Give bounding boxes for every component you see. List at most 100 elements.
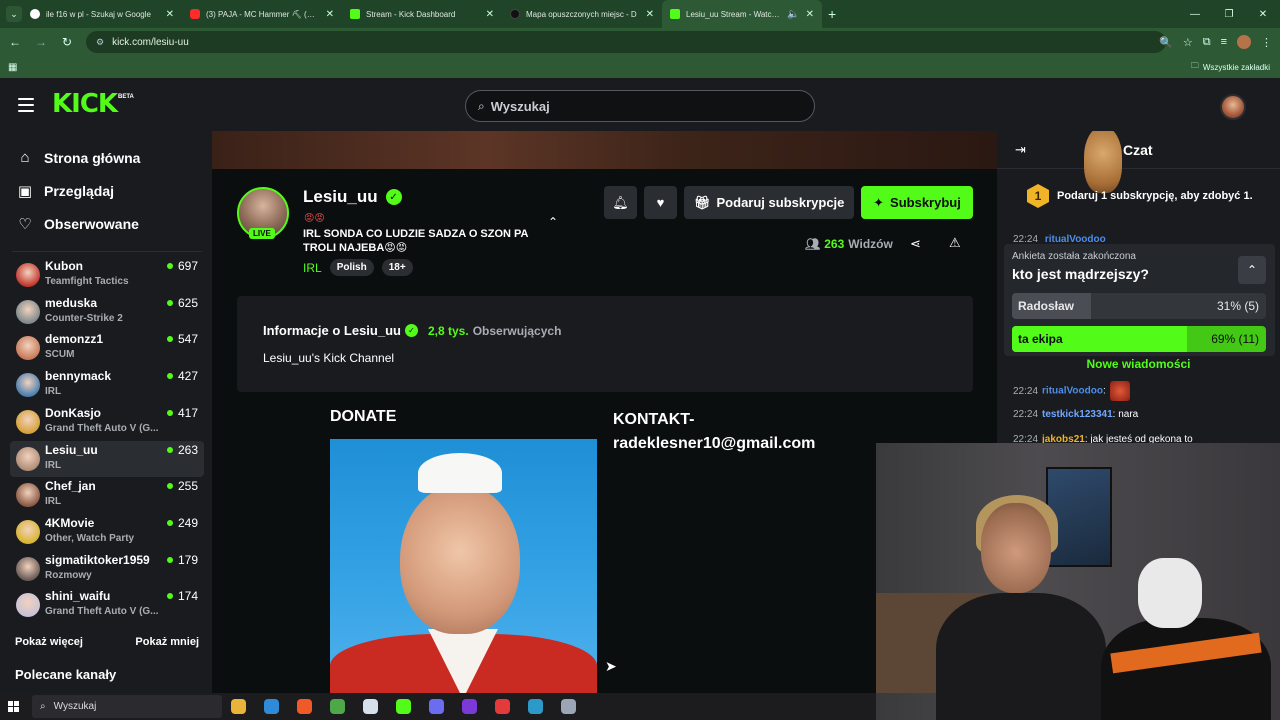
new-tab-button[interactable]: +	[828, 6, 836, 22]
new-messages-button[interactable]: Nowe wiadomości	[997, 357, 1280, 371]
url-field[interactable]: ⚙ kick.com/lesiu-uu	[86, 31, 1166, 53]
chat-username[interactable]: ritualVoodoo	[1042, 386, 1103, 397]
followed-channel-item[interactable]: meduska Counter-Strike 2 625	[10, 294, 204, 330]
close-window-icon[interactable]: ✕	[1246, 9, 1280, 20]
report-warning-icon[interactable]: ⚠	[949, 235, 961, 251]
close-icon[interactable]: ✕	[646, 9, 654, 20]
media-icon[interactable]: ≡	[1221, 36, 1227, 48]
browser-tab[interactable]: Mapa opuszczonych miejsc - D ✕	[502, 0, 662, 28]
notification-bell-button[interactable]: 🔔︎	[604, 186, 637, 219]
show-less-link[interactable]: Pokaż mniej	[135, 636, 199, 648]
browser-tab-active[interactable]: Lesiu_uu Stream - Watch Li 🔈 ✕	[662, 0, 822, 28]
channel-name: bennymack	[45, 369, 112, 384]
taskbar-app-icon[interactable]	[222, 693, 255, 720]
reload-icon[interactable]: ↻	[56, 35, 78, 49]
taskbar-app-icon[interactable]	[354, 693, 387, 720]
extensions-icon[interactable]: ⧉	[1203, 36, 1211, 49]
app-glyph	[264, 699, 279, 714]
followed-channel-item[interactable]: shini_waifu Grand Theft Auto V (G... 174	[10, 587, 204, 623]
restore-icon[interactable]: ❐	[1212, 9, 1246, 20]
app-glyph	[561, 699, 576, 714]
bookmark-star-icon[interactable]: ☆	[1183, 36, 1193, 49]
apps-grid-icon[interactable]: ▦	[8, 62, 17, 73]
channel-category: Grand Theft Auto V (G...	[45, 606, 159, 618]
taskbar-app-icon[interactable]	[552, 693, 585, 720]
hamburger-menu-icon[interactable]	[18, 98, 34, 112]
streamer-name[interactable]: Lesiu_uu	[303, 187, 378, 207]
browser-tab[interactable]: (3) PAJA - MC Hammer ⛏ (Offic ✕	[182, 0, 342, 28]
followed-channel-item[interactable]: bennymack IRL 427	[10, 367, 204, 403]
browser-tab[interactable]: ile f16 w pl - Szukaj w Google ✕	[22, 0, 182, 28]
tag-chip[interactable]: Polish	[329, 259, 374, 276]
browser-tab[interactable]: Stream - Kick Dashboard ✕	[342, 0, 502, 28]
followed-channel-item[interactable]: DonKasjo Grand Theft Auto V (G... 417	[10, 404, 204, 440]
site-info-icon[interactable]: ⚙	[96, 37, 104, 48]
close-icon[interactable]: ✕	[166, 9, 174, 20]
taskbar-app-icon[interactable]	[519, 693, 552, 720]
tab-search-button[interactable]: ⌄	[6, 6, 22, 22]
speaker-icon[interactable]: 🔈	[787, 9, 799, 20]
channel-viewers: 174	[166, 589, 198, 604]
viewer-number: 174	[177, 589, 198, 604]
channel-avatar	[16, 519, 40, 544]
taskbar-app-icon[interactable]	[288, 693, 321, 720]
nav-home[interactable]: ⌂ Strona główna	[16, 149, 140, 166]
chevron-up-icon[interactable]: ⌃	[1238, 256, 1266, 284]
close-icon[interactable]: ✕	[486, 9, 494, 20]
back-icon[interactable]: ←	[4, 35, 26, 49]
menu-kebab-icon[interactable]: ⋮	[1261, 36, 1272, 49]
viewer-count: 👥︎ 263 Widzów	[805, 237, 893, 251]
channel-category: SCUM	[45, 349, 75, 361]
followed-channel-item[interactable]: Chef_jan IRL 255	[10, 477, 204, 513]
taskbar-app-icon[interactable]	[387, 693, 420, 720]
minimize-icon[interactable]: —	[1178, 9, 1212, 20]
followed-channel-item[interactable]: Kubon Teamfight Tactics 697	[10, 257, 204, 293]
followed-channel-item[interactable]: Lesiu_uu IRL 263	[10, 440, 204, 477]
channel-viewers: 249	[166, 516, 198, 530]
kick-logo[interactable]: KICK	[52, 91, 118, 117]
nav-label: Obserwowane	[44, 216, 139, 232]
taskbar-app-icon[interactable]	[486, 693, 519, 720]
taskbar-app-icon[interactable]	[420, 693, 453, 720]
all-bookmarks[interactable]: 🗀 Wszystkie zakładki	[1191, 60, 1270, 74]
taskbar-app-icon[interactable]	[453, 693, 486, 720]
tab-title: ile f16 w pl - Szukaj w Google	[46, 9, 151, 19]
taskbar-app-icon[interactable]	[255, 693, 288, 720]
followed-channel-item[interactable]: sigmatiktoker1959 Rozmowy 179	[10, 551, 204, 587]
bookmarks-bar: ▦ 🗀 Wszystkie zakładki	[0, 56, 1280, 78]
gift-subs-button[interactable]: 🎁︎ Podaruj subskrypcje	[684, 186, 855, 219]
donate-panel-image[interactable]	[330, 439, 597, 693]
nav-browse[interactable]: ▣ Przeglądaj	[16, 182, 114, 200]
start-button[interactable]	[0, 693, 26, 720]
chevron-up-icon[interactable]: ⌃	[548, 215, 558, 229]
search-bar[interactable]: ⌕	[465, 90, 815, 122]
forward-icon[interactable]: →	[30, 35, 52, 49]
close-icon[interactable]: ✕	[806, 9, 814, 20]
channel-category: Other, Watch Party	[45, 532, 135, 544]
subscribe-button[interactable]: ✦ Subskrybuj	[861, 186, 973, 219]
follow-button[interactable]: ♥	[644, 186, 677, 219]
close-icon[interactable]: ✕	[326, 9, 334, 20]
profile-avatar[interactable]	[1237, 35, 1251, 49]
user-avatar[interactable]	[1220, 94, 1246, 120]
search-input[interactable]	[490, 98, 791, 114]
chat-username[interactable]: testkick123341	[1042, 409, 1113, 420]
nav-following[interactable]: ♡ Obserwowane	[16, 215, 139, 233]
tag-chip[interactable]: 18+	[381, 259, 413, 276]
followed-channel-item[interactable]: 4KMovie Other, Watch Party 249	[10, 514, 204, 550]
recommended-channels-heading: Polecane kanały	[15, 667, 117, 682]
share-icon[interactable]: ⋖	[910, 236, 921, 252]
sub-goal-banner[interactable]: 1 Podaruj 1 subskrypcję, aby zdobyć 1.	[997, 169, 1280, 223]
show-more-link[interactable]: Pokaż więcej	[15, 636, 83, 648]
taskbar-search[interactable]: ⌕ Wyszukaj	[32, 695, 222, 718]
category-link[interactable]: IRL	[303, 261, 322, 275]
viewer-number: 255	[177, 479, 198, 494]
chat-colon: :	[1102, 385, 1106, 397]
webcam-person-head	[981, 503, 1051, 593]
collapse-chat-icon[interactable]: ⇥	[1015, 142, 1026, 158]
subscribe-label: Subskrybuj	[890, 195, 961, 210]
channel-name: Lesiu_uu	[45, 442, 98, 457]
taskbar-app-icon[interactable]	[321, 693, 354, 720]
zoom-icon[interactable]: 🔍	[1159, 36, 1173, 49]
followed-channel-item[interactable]: demonzz1 SCUM 547	[10, 330, 204, 366]
